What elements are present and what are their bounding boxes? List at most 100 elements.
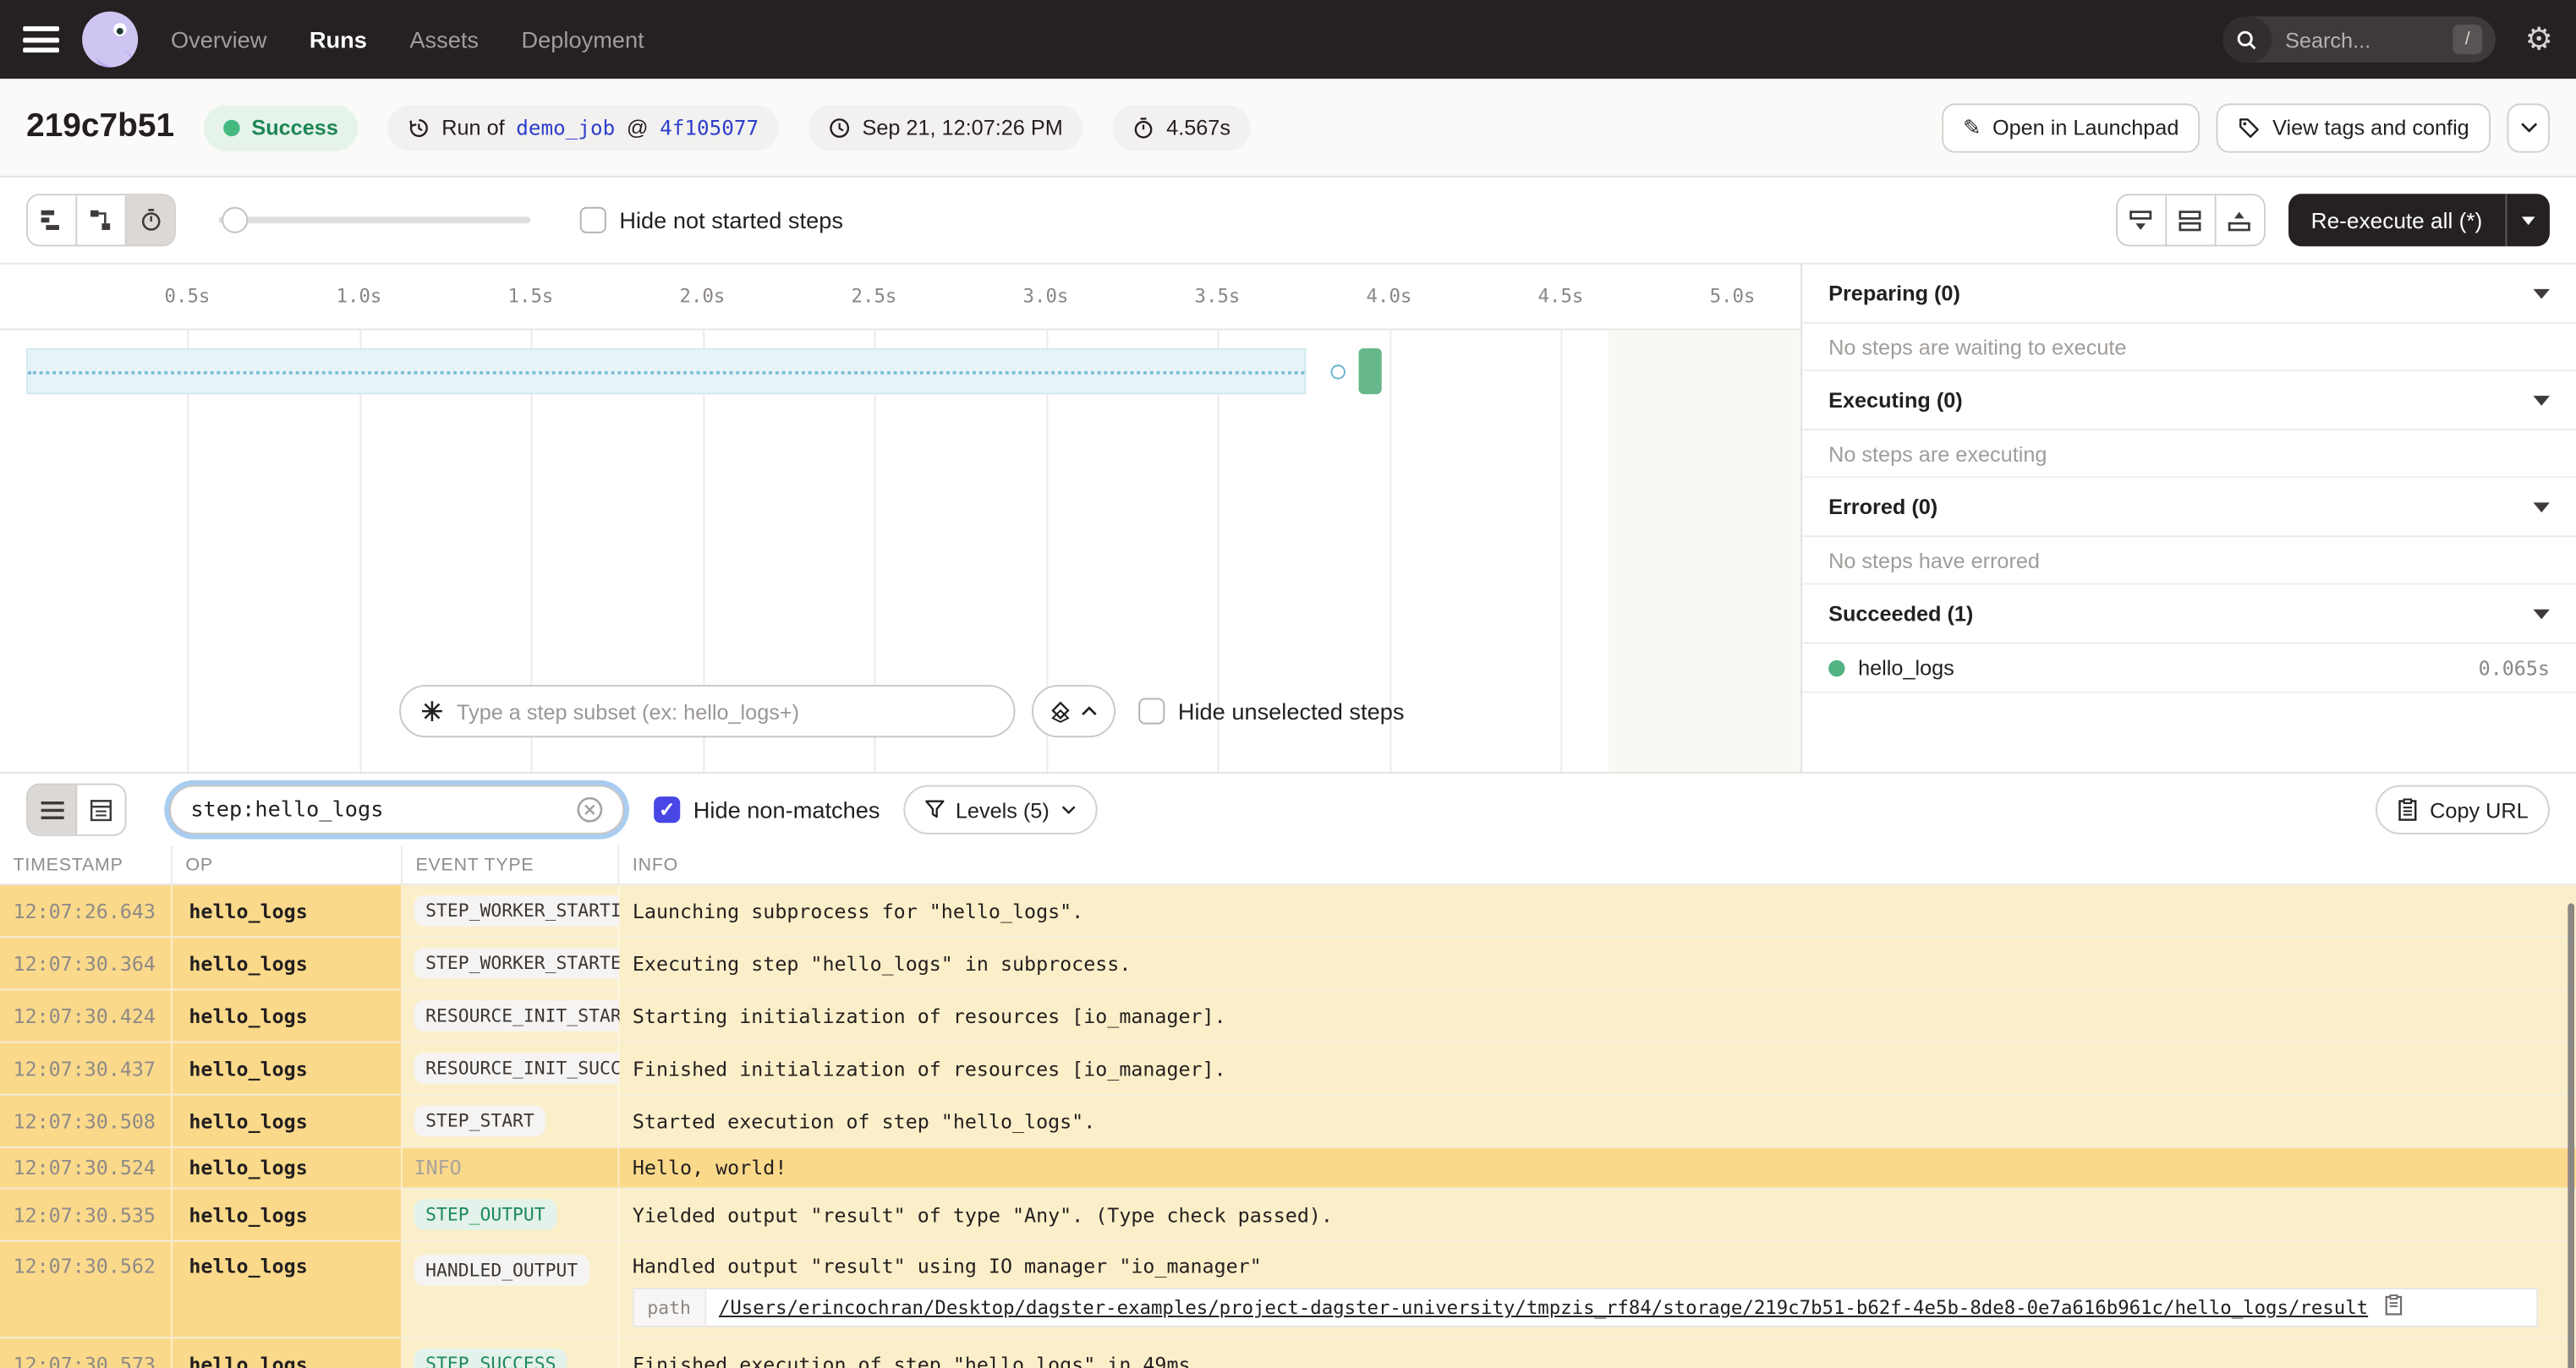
copy-path-icon[interactable] <box>2385 1294 2404 1321</box>
job-link[interactable]: demo_job <box>516 115 615 140</box>
hide-non-matches-checkbox[interactable]: ✓ <box>654 796 681 824</box>
step-panel-step-row[interactable]: hello_logs 0.065s <box>1802 643 2576 693</box>
log-op-name: hello_logs <box>172 938 403 989</box>
commit-link[interactable]: 4f105077 <box>660 115 759 140</box>
clear-filter-icon[interactable] <box>577 796 603 823</box>
log-info-cell: Started execution of step "hello_logs". <box>619 1095 2576 1146</box>
run-more-actions-button[interactable] <box>2507 102 2550 152</box>
step-panel-section-header[interactable]: Preparing (0) <box>1802 265 2576 324</box>
log-timestamp: 12:07:26.643 <box>0 885 173 937</box>
hide-not-started-checkbox[interactable] <box>579 206 606 233</box>
metadata-entry: path/Users/erincochran/Desktop/dagster-e… <box>632 1287 2539 1327</box>
hide-not-started-checkbox-group[interactable]: Hide not started steps <box>579 206 843 233</box>
log-op-name: hello_logs <box>172 1338 403 1368</box>
nav-link-overview[interactable]: Overview <box>171 26 266 52</box>
dagster-logo-icon[interactable] <box>82 11 139 68</box>
caret-down-icon <box>2533 395 2550 405</box>
log-row[interactable]: 12:07:30.508 hello_logs STEP_START Started … <box>0 1095 2576 1148</box>
logo-pupil <box>116 28 123 35</box>
panel-expand-up-icon[interactable] <box>2215 195 2264 245</box>
flat-view-icon[interactable] <box>28 195 78 245</box>
log-event-type-cell: STEP_START <box>402 1095 620 1146</box>
log-event-type-cell: HANDLED_OUTPUT <box>402 1241 620 1338</box>
pencil-icon: ✎ <box>1963 114 1981 140</box>
event-type-badge: STEP_WORKER_STARTED <box>414 947 644 979</box>
log-info-content: Launching subprocess for "hello_logs". <box>633 900 2563 922</box>
at-separator: @ <box>626 114 649 140</box>
stopwatch-icon <box>1134 117 1153 138</box>
gear-icon[interactable]: ⚙ <box>2525 24 2553 55</box>
log-row[interactable]: 12:07:26.643 hello_logs STEP_WORKER_STARTI… <box>0 885 2576 938</box>
log-row[interactable]: 12:07:30.437 hello_logs RESOURCE_INIT_SUCC… <box>0 1042 2576 1096</box>
hide-unselected-checkbox-group[interactable]: Hide unselected steps <box>1138 698 1404 725</box>
nav-link-assets[interactable]: Assets <box>409 26 479 52</box>
log-event-type-cell: STEP_OUTPUT <box>402 1189 620 1240</box>
list-view-icon[interactable] <box>28 785 78 834</box>
caret-down-icon <box>2521 216 2535 225</box>
reexecute-all-button[interactable]: Re-execute all (*) <box>2288 194 2550 247</box>
log-info-cell: Executing step "hello_logs" in subproces… <box>619 938 2576 989</box>
log-info-content: Started execution of step "hello_logs". <box>633 1109 2563 1132</box>
gantt-waiting-bar[interactable] <box>25 347 1307 395</box>
log-row[interactable]: 12:07:30.364 hello_logs STEP_WORKER_STARTE… <box>0 938 2576 991</box>
log-row[interactable]: 12:07:30.535 hello_logs STEP_OUTPUT Yielded… <box>0 1189 2576 1242</box>
vertical-scrollbar[interactable] <box>2568 903 2575 1368</box>
log-row[interactable]: 12:07:30.562 hello_logs HANDLED_OUTPUT Hand… <box>0 1241 2576 1339</box>
log-row[interactable]: 12:07:30.573 hello_logs STEP_SUCCESS Finish… <box>0 1338 2576 1368</box>
search-shortcut-key: / <box>2453 25 2483 55</box>
slider-track <box>218 216 531 224</box>
step-subset-input[interactable]: Type a step subset (ex: hello_logs+) <box>399 685 1016 738</box>
reexecute-dropdown-caret[interactable] <box>2505 194 2549 247</box>
metadata-key: path <box>633 1289 706 1326</box>
nav-link-deployment[interactable]: Deployment <box>522 26 644 52</box>
log-timestamp: 12:07:30.524 <box>0 1147 173 1188</box>
waterfall-view-icon[interactable] <box>77 195 127 245</box>
log-info-cell: Yielded output "result" of type "Any". (… <box>619 1189 2576 1240</box>
slider-knob[interactable] <box>222 206 249 233</box>
panel-split-icon[interactable] <box>2166 195 2216 245</box>
log-info-content: Yielded output "result" of type "Any". (… <box>633 1203 2563 1226</box>
open-in-launchpad-button[interactable]: ✎ Open in Launchpad <box>1941 102 2201 152</box>
axis-gridline <box>1560 330 1563 773</box>
log-op-name: hello_logs <box>172 1241 403 1338</box>
view-tags-config-button[interactable]: View tags and config <box>2217 102 2491 152</box>
graph-query-toggle-button[interactable] <box>1031 685 1116 738</box>
step-panel-section-header[interactable]: Succeeded (1) <box>1802 585 2576 644</box>
gantt-step-bar[interactable] <box>1357 347 1383 395</box>
run-of-pill: Run of demo_job @ 4f105077 <box>387 104 779 150</box>
copy-url-button[interactable]: Copy URL <box>2376 785 2550 834</box>
run-header: 219c7b51 Success Run of demo_job @ 4f105… <box>0 79 2576 178</box>
search-input[interactable]: Search... / <box>2222 16 2496 63</box>
gantt-toolbar-right: Re-execute all (*) <box>2115 194 2550 247</box>
hide-unselected-label: Hide unselected steps <box>1177 698 1405 725</box>
levels-dropdown-button[interactable]: Levels (5) <box>902 785 1098 834</box>
log-filter-value: step:hello_logs <box>190 797 384 823</box>
log-event-type-cell: STEP_WORKER_STARTED <box>402 938 644 989</box>
event-type-badge: RESOURCE_INIT_STAR… <box>414 1000 644 1031</box>
log-timestamp: 12:07:30.508 <box>0 1095 173 1146</box>
log-row[interactable]: 12:07:30.524 hello_logs INFO Hello, world! <box>0 1147 2576 1190</box>
zoom-slider[interactable] <box>218 195 531 244</box>
log-timestamp: 12:07:30.562 <box>0 1241 173 1338</box>
log-row[interactable]: 12:07:30.424 hello_logs RESOURCE_INIT_STAR… <box>0 990 2576 1043</box>
structured-view-icon[interactable] <box>77 785 125 834</box>
hide-non-matches-label: Hide non-matches <box>693 796 880 824</box>
run-id-title: 219c7b51 <box>26 108 175 145</box>
log-event-type-cell: STEP_WORKER_STARTI… <box>402 885 644 937</box>
step-panel-section-header[interactable]: Errored (0) <box>1802 478 2576 538</box>
log-filter-input[interactable]: step:hello_logs <box>169 785 625 834</box>
gantt-chart[interactable]: 0.5s 1.0s 1.5s 2.0s 2.5s 3.0s 3.5s 4.0s 4.5s 5.0s… <box>0 265 1801 773</box>
log-info-cell: Finished execution of step "hello_logs" … <box>619 1338 2576 1368</box>
timing-view-icon[interactable] <box>126 195 174 245</box>
panel-collapse-down-icon[interactable] <box>2117 195 2167 245</box>
section-title: Errored (0) <box>1828 494 1938 519</box>
hide-non-matches-checkbox-group[interactable]: ✓ Hide non-matches <box>654 796 880 824</box>
run-of-text: Run of <box>441 114 505 140</box>
axis-tick-label: 2.5s <box>851 284 897 308</box>
log-event-type-cell: INFO <box>402 1147 620 1188</box>
step-panel-section-header[interactable]: Executing (0) <box>1802 371 2576 430</box>
metadata-path-link[interactable]: /Users/erincochran/Desktop/dagster-examp… <box>705 1296 2381 1319</box>
nav-link-runs[interactable]: Runs <box>310 26 367 52</box>
hide-unselected-checkbox[interactable] <box>1138 698 1165 725</box>
hamburger-menu-icon[interactable] <box>23 26 59 53</box>
